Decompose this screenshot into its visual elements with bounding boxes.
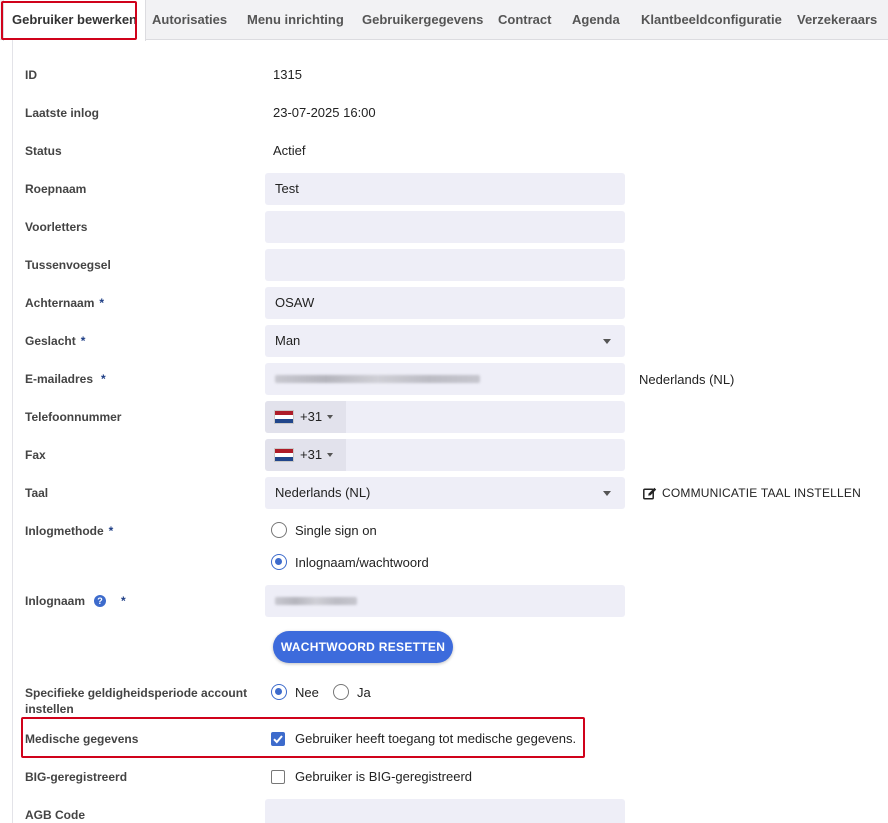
- roepnaam-label: Roepnaam: [25, 182, 87, 196]
- tab-gebruikergegevens[interactable]: Gebruikergegevens: [362, 0, 483, 40]
- agb-code-label: AGB Code: [25, 808, 85, 822]
- required-marker: *: [121, 594, 126, 608]
- netherlands-flag-icon: [274, 448, 294, 462]
- tab-bar: Gebruiker bewerken Autorisaties Menu inr…: [0, 0, 888, 41]
- country-code: +31: [300, 409, 323, 424]
- communicatie-taal-label: COMMUNICATIE TAAL INSTELLEN: [662, 486, 861, 500]
- big-checkbox[interactable]: [271, 770, 285, 784]
- radio-inlognaam-wachtwoord[interactable]: [271, 554, 287, 570]
- tab-menu-inrichting[interactable]: Menu inrichting: [247, 0, 344, 40]
- last-login-label: Laatste inlog: [25, 106, 100, 120]
- radio-geldigheid-ja-label: Ja: [357, 685, 371, 700]
- geslacht-value: Man: [275, 333, 301, 348]
- status-label: Status: [25, 144, 62, 158]
- email-label-text: E-mailadres: [25, 372, 94, 386]
- achternaam-label: Achternaam *: [25, 296, 104, 310]
- radio-single-sign-on[interactable]: [271, 522, 287, 538]
- tab-gebruiker-bewerken[interactable]: Gebruiker bewerken: [3, 0, 146, 41]
- required-marker: *: [101, 372, 106, 386]
- tab-autorisaties[interactable]: Autorisaties: [152, 0, 227, 40]
- chevron-down-icon: [327, 415, 333, 419]
- voorletters-input[interactable]: [265, 211, 625, 243]
- radio-geldigheid-nee-label: Nee: [295, 685, 319, 700]
- radio-geldigheid-nee[interactable]: [271, 684, 287, 700]
- tab-contract[interactable]: Contract: [498, 0, 551, 40]
- telefoon-label: Telefoonnummer: [25, 410, 122, 424]
- id-label: ID: [25, 68, 37, 82]
- achternaam-value: OSAW: [275, 295, 315, 310]
- geldigheid-label-line1: Specifieke geldigheidsperiode account: [25, 686, 248, 700]
- fax-label: Fax: [25, 448, 46, 462]
- netherlands-flag-icon: [274, 410, 294, 424]
- last-login-value: 23-07-2025 16:00: [273, 105, 376, 120]
- radio-geldigheid-ja[interactable]: [333, 684, 349, 700]
- communicatie-taal-link[interactable]: COMMUNICATIE TAAL INSTELLEN: [643, 485, 861, 501]
- redacted-email: [275, 375, 480, 383]
- required-marker: *: [108, 524, 114, 538]
- achternaam-input[interactable]: OSAW: [265, 287, 625, 319]
- country-code-select[interactable]: +31: [265, 401, 346, 433]
- taal-select[interactable]: Nederlands (NL): [265, 477, 625, 509]
- medische-gegevens-checkbox[interactable]: [271, 732, 285, 746]
- id-value: 1315: [273, 67, 302, 82]
- redacted-username: [275, 597, 357, 605]
- country-code-select[interactable]: +31: [265, 439, 346, 471]
- email-label: E-mailadres *: [25, 372, 106, 386]
- email-input[interactable]: [265, 363, 625, 395]
- taal-label: Taal: [25, 486, 49, 500]
- radio-inlognaam-wachtwoord-label: Inlognaam/wachtwoord: [295, 555, 429, 570]
- geslacht-label-text: Geslacht: [25, 334, 76, 348]
- big-label: BIG-geregistreerd: [25, 770, 128, 784]
- geslacht-select[interactable]: Man: [265, 325, 625, 357]
- achternaam-label-text: Achternaam: [25, 296, 95, 310]
- tab-verzekeraars[interactable]: Verzekeraars: [797, 0, 877, 40]
- radio-single-sign-on-label: Single sign on: [295, 523, 377, 538]
- chevron-down-icon: [603, 491, 611, 496]
- country-code: +31: [300, 447, 323, 462]
- roepnaam-input[interactable]: Test: [265, 173, 625, 205]
- chevron-down-icon: [327, 453, 333, 457]
- inlognaam-label: Inlognaam: [25, 594, 86, 608]
- geslacht-label: Geslacht *: [25, 334, 85, 348]
- big-checkbox-label: Gebruiker is BIG-geregistreerd: [295, 769, 473, 784]
- status-value: Actief: [273, 143, 306, 158]
- email-language-text: Nederlands (NL): [639, 372, 735, 387]
- required-marker: *: [80, 334, 86, 348]
- inlogmethode-label: Inlogmethode *: [25, 524, 113, 538]
- inlognaam-input[interactable]: [265, 585, 625, 617]
- agb-code-input[interactable]: [265, 799, 625, 823]
- tussenvoegsel-label: Tussenvoegsel: [25, 258, 111, 272]
- telefoon-input[interactable]: +31: [265, 401, 625, 433]
- inlogmethode-label-text: Inlogmethode: [25, 524, 104, 538]
- taal-value: Nederlands (NL): [275, 485, 371, 500]
- edit-icon: [643, 487, 657, 499]
- fax-input[interactable]: +31: [265, 439, 625, 471]
- medische-gegevens-label: Medische gegevens: [25, 732, 139, 746]
- checkmark-icon: [273, 735, 283, 744]
- reset-password-button[interactable]: WACHTWOORD RESETTEN: [273, 631, 453, 663]
- voorletters-label: Voorletters: [25, 220, 88, 234]
- chevron-down-icon: [603, 339, 611, 344]
- tab-agenda[interactable]: Agenda: [572, 0, 620, 40]
- geldigheid-label-line2: instellen: [25, 702, 74, 716]
- required-marker: *: [99, 296, 105, 310]
- medische-gegevens-checkbox-label: Gebruiker heeft toegang tot medische geg…: [295, 731, 577, 746]
- help-icon[interactable]: ?: [94, 595, 106, 607]
- tussenvoegsel-input[interactable]: [265, 249, 625, 281]
- tab-klantbeeldconfiguratie[interactable]: Klantbeeldconfiguratie: [641, 0, 782, 40]
- roepnaam-value: Test: [275, 181, 299, 196]
